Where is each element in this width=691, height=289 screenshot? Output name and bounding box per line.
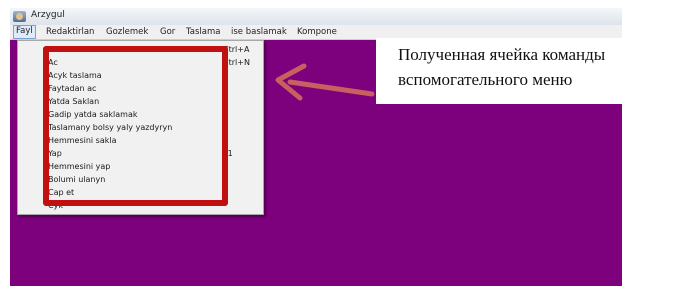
highlight-frame [43,46,228,206]
menu-gozlemek[interactable]: Gozlemek [104,26,150,38]
file-dropdown-menu: Taze Ctrl+A Ac Ctrl+N Acyk taslama Fayta… [17,40,264,215]
annotation-text: Полученная ячейка команды вспомогательно… [398,45,606,89]
app-icon [13,11,26,22]
menu-taslama[interactable]: Taslama [184,26,222,38]
menu-redaktirlan[interactable]: Redaktirlan [44,26,96,38]
menu-kompone[interactable]: Kompone [295,26,339,38]
menu-fayl[interactable]: Fayl [13,25,36,39]
annotation-callout: Полученная ячейка команды вспомогательно… [376,38,688,104]
menu-ise-baslamak[interactable]: ise baslamak [229,26,289,38]
annotation-arrow-icon [275,63,375,101]
window-title: Arzygul [31,10,65,20]
menu-gor[interactable]: Gor [158,26,177,38]
title-bar[interactable]: Arzygul [10,8,622,25]
